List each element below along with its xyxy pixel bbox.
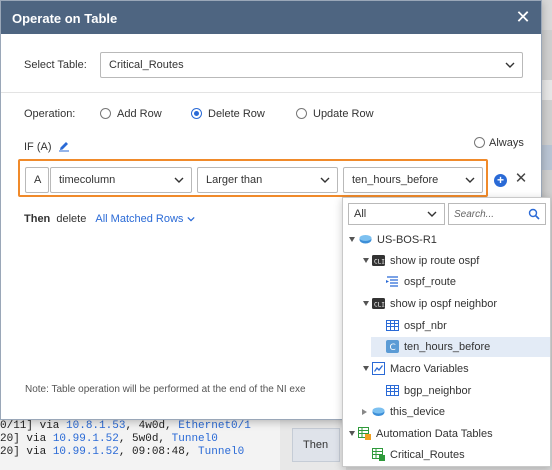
then-action: delete [56,213,87,225]
macro-icon [372,362,385,375]
table-icon [386,320,399,331]
select-table-label: Select Table: [24,59,87,71]
condition-column-dropdown[interactable]: timecolumn [50,167,192,193]
condition-value: ten_hours_before [352,174,439,186]
chevron-down-icon [505,62,515,68]
add-condition-icon[interactable]: + [494,174,507,187]
cli-icon: CLI [372,298,385,309]
search-placeholder: Search... [454,209,495,220]
expand-caret-icon[interactable] [363,301,369,306]
then-row: Then delete All Matched Rows [24,213,195,225]
add-row-label[interactable]: Add Row [117,108,162,120]
condition-operator-value: Larger than [206,174,263,186]
remove-condition-icon[interactable]: ✕ [514,171,528,187]
condition-operator-dropdown[interactable]: Larger than [197,167,338,193]
tree-item-macro-variables[interactable]: Macro Variables [343,359,550,379]
condition-column-value: timecolumn [59,174,116,186]
tree-item-ospf-route[interactable]: ospf_route [343,272,550,292]
popup-filter-dropdown[interactable]: All [348,203,445,225]
condition-letter: A [25,167,49,193]
route-table-icon [386,276,398,287]
delete-row-radio[interactable] [191,108,202,119]
expand-caret-icon[interactable] [363,258,369,263]
popup-filter-value: All [354,208,367,220]
tree-item-bgp-neighbor[interactable]: bgp_neighbor [343,381,550,401]
divider [1,92,541,93]
value-picker-popup: All Search... US-BOS-R1 CLI show ip rout… [342,197,551,467]
table-icon [386,385,399,396]
then-label: Then [24,213,51,225]
chevron-down-icon [320,177,330,183]
tree-item-us-bos-r1[interactable]: US-BOS-R1 [343,230,550,250]
if-condition-label: IF (A) [24,141,52,153]
update-row-radio[interactable] [296,108,307,119]
tree-item-ospf-nbr[interactable]: ospf_nbr [343,316,550,336]
collapse-caret-icon[interactable] [362,409,367,415]
terminal-line: 20] via 10.99.1.52, 09:08:48, Tunnel0 [0,446,245,458]
svg-text:CLI: CLI [374,302,385,309]
close-icon[interactable]: ✕ [513,7,533,27]
popup-search-input[interactable]: Search... [448,203,546,225]
edit-pencil-icon[interactable] [58,140,70,152]
tree-item-show-ip-ospf-neighbor[interactable]: CLI show ip ospf neighbor [343,294,550,314]
terminal-line: 20] via 10.99.1.52, 5w0d, Tunnel0 [0,433,218,445]
tree-item-label: ten_hours_before [404,341,491,353]
tree-item-label: show ip route ospf [390,255,480,267]
always-label[interactable]: Always [489,137,524,149]
dialog-title: Operate on Table [12,11,118,26]
device-icon [359,235,372,244]
background-then-box: Then [292,428,340,462]
variable-icon: C [386,340,399,353]
then-target-dropdown[interactable]: All Matched Rows [95,213,195,225]
operation-label: Operation: [24,108,76,120]
add-row-radio[interactable] [100,108,111,119]
data-tables-icon [358,427,371,440]
chevron-down-icon [174,177,184,183]
tree-item-label: US-BOS-R1 [377,234,437,246]
then-target-value: All Matched Rows [95,213,184,225]
table-operation-note: Note: Table operation will be performed … [25,384,306,395]
tree-item-automation-data-tables[interactable]: Automation Data Tables [343,424,550,444]
chevron-down-icon [427,211,437,217]
always-radio[interactable] [474,137,485,148]
select-table-dropdown[interactable]: Critical_Routes [100,52,523,78]
data-table-green-icon [372,448,385,461]
tree-item-label: show ip ospf neighbor [390,298,498,310]
terminal-line: 0/11] via 10.8.1.53, 4w0d, Ethernet0/1 [0,420,251,432]
tree-item-label: ospf_nbr [404,320,447,332]
tree-item-ten-hours-before[interactable]: C ten_hours_before [371,337,550,357]
update-row-label[interactable]: Update Row [313,108,374,120]
chevron-down-icon [186,217,195,222]
tree-item-this-device[interactable]: this_device [343,402,550,422]
background-terminal-output: 0/11] via 10.8.1.53, 4w0d, Ethernet0/1 2… [0,418,280,470]
cli-icon: CLI [372,255,385,266]
tree-item-label: ospf_route [404,276,456,288]
tree-item-label: Automation Data Tables [376,428,493,440]
condition-value-dropdown[interactable]: ten_hours_before [343,167,483,193]
expand-caret-icon[interactable] [349,431,355,436]
dialog-title-bar: Operate on Table ✕ [1,1,541,34]
chevron-down-icon [465,177,475,183]
expand-caret-icon[interactable] [349,237,355,242]
svg-text:CLI: CLI [374,259,385,266]
search-icon[interactable] [528,208,540,220]
tree-item-critical-routes[interactable]: Critical_Routes [343,445,550,465]
tree-item-show-ip-route-ospf[interactable]: CLI show ip route ospf [343,251,550,271]
expand-caret-icon[interactable] [363,366,369,371]
tree-item-label: Critical_Routes [390,449,465,461]
svg-text:C: C [390,343,396,353]
delete-row-label[interactable]: Delete Row [208,108,265,120]
tree-item-label: this_device [390,406,446,418]
select-table-value: Critical_Routes [109,59,184,71]
tree-item-label: Macro Variables [390,363,469,375]
device-db-icon [372,407,385,416]
tree-item-label: bgp_neighbor [404,385,472,397]
